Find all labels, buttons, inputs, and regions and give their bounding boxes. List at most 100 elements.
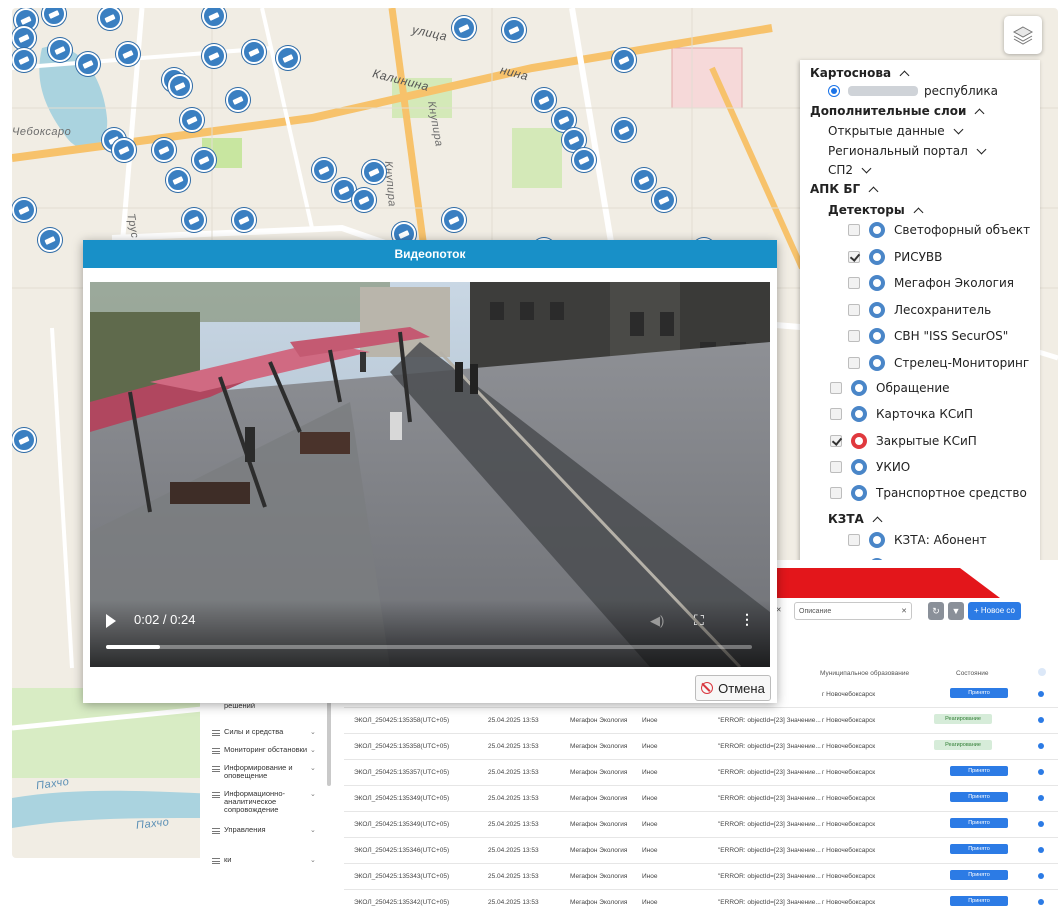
- regional-portal-group[interactable]: Региональный портал: [828, 144, 987, 158]
- side-menu-item[interactable]: Информационно-аналитическое сопровождени…: [208, 790, 326, 814]
- camera-marker-icon[interactable]: [168, 74, 192, 98]
- camera-marker-icon[interactable]: [202, 44, 226, 68]
- side-menu-item[interactable]: Управления ⌄: [208, 826, 326, 834]
- row-action-icon[interactable]: [1038, 743, 1044, 749]
- row-action-icon[interactable]: [1038, 821, 1044, 827]
- camera-marker-icon[interactable]: [652, 188, 676, 212]
- camera-marker-icon[interactable]: [48, 38, 72, 62]
- column-header-state[interactable]: Состояние: [956, 670, 988, 677]
- camera-marker-icon[interactable]: [232, 208, 256, 232]
- chevron-down-icon[interactable]: ⌄: [310, 728, 316, 736]
- checkbox-icon[interactable]: [848, 534, 860, 546]
- volume-icon[interactable]: ◀): [650, 613, 664, 629]
- chevron-up-icon[interactable]: [913, 207, 924, 217]
- camera-marker-icon[interactable]: [612, 48, 636, 72]
- chevron-down-icon[interactable]: [976, 144, 987, 155]
- layer-item[interactable]: Мегафон Экология: [848, 275, 1014, 291]
- kzta-section[interactable]: КЗТА: [828, 512, 883, 526]
- play-icon[interactable]: [106, 614, 116, 628]
- row-action-icon[interactable]: [1038, 873, 1044, 879]
- layer-item[interactable]: РИСУВВ: [848, 248, 942, 265]
- side-menu-item[interactable]: ки ⌄: [208, 856, 326, 864]
- camera-marker-icon[interactable]: [12, 198, 36, 222]
- layer-item[interactable]: Светофорный объект: [848, 222, 1030, 238]
- camera-marker-icon[interactable]: [352, 188, 376, 212]
- table-row[interactable]: ЭКОЛ_250425:135343(UTC+05) 25.04.2025 13:…: [344, 864, 1058, 890]
- camera-marker-icon[interactable]: [632, 168, 656, 192]
- layers-button[interactable]: [1004, 16, 1042, 54]
- checkbox-icon[interactable]: [830, 382, 842, 394]
- row-action-icon[interactable]: [1038, 847, 1044, 853]
- camera-marker-icon[interactable]: [362, 160, 386, 184]
- open-data-group[interactable]: Открытые данные: [828, 124, 964, 138]
- row-action-icon[interactable]: [1038, 899, 1044, 905]
- row-action-icon[interactable]: [1038, 691, 1044, 697]
- camera-marker-icon[interactable]: [12, 26, 36, 50]
- camera-marker-icon[interactable]: [226, 88, 250, 112]
- table-row[interactable]: ЭКОЛ_250425:135358(UTC+05) 25.04.2025 13:…: [344, 708, 1058, 734]
- checkbox-icon[interactable]: [830, 487, 842, 500]
- camera-marker-icon[interactable]: [180, 108, 204, 132]
- chevron-up-icon[interactable]: [868, 186, 879, 196]
- table-row[interactable]: ЭКОЛ_250425:135357(UTC+05) 25.04.2025 13:…: [344, 760, 1058, 786]
- description-filter[interactable]: Описание ✕: [794, 602, 912, 620]
- apk-section[interactable]: АПК БГ: [810, 182, 879, 196]
- chevron-down-icon[interactable]: ⌄: [310, 790, 316, 798]
- checkbox-icon[interactable]: [848, 356, 860, 369]
- row-action-icon[interactable]: [1038, 795, 1044, 801]
- new-record-button[interactable]: + Новое со: [968, 602, 1021, 620]
- video-progress-bar[interactable]: [106, 645, 752, 649]
- additional-layers-section[interactable]: Дополнительные слои: [810, 104, 985, 118]
- basemap-section[interactable]: Картоснова: [810, 66, 910, 80]
- table-row[interactable]: ЭКОЛ_250425:135349(UTC+05) 25.04.2025 13:…: [344, 812, 1058, 838]
- s112-group[interactable]: СП2: [828, 163, 872, 177]
- camera-marker-icon[interactable]: [12, 428, 36, 452]
- basemap-option[interactable]: республика: [828, 84, 998, 98]
- layer-item[interactable]: Лесохранитель: [848, 301, 991, 318]
- camera-marker-icon[interactable]: [182, 208, 206, 232]
- chevron-down-icon[interactable]: [953, 124, 964, 135]
- camera-marker-icon[interactable]: [502, 18, 526, 42]
- layer-item[interactable]: СВН "ISS SecurOS": [848, 328, 1008, 344]
- side-menu-item[interactable]: Мониторинг обстановки ⌄: [208, 746, 326, 754]
- layer-item[interactable]: УКИО: [830, 458, 910, 475]
- chevron-down-icon[interactable]: ⌄: [310, 826, 316, 834]
- detectors-section[interactable]: Детекторы: [828, 203, 924, 217]
- side-menu-item[interactable]: Информирование и оповещение ⌄: [208, 764, 326, 780]
- video-player[interactable]: 0:02 / 0:24 ◀) ⛶ ⋮: [90, 282, 770, 667]
- camera-marker-icon[interactable]: [112, 138, 136, 162]
- camera-marker-icon[interactable]: [312, 158, 336, 182]
- table-row[interactable]: ЭКОЛ_250425:135346(UTC+05) 25.04.2025 13:…: [344, 838, 1058, 864]
- row-action-icon[interactable]: [1038, 769, 1044, 775]
- layer-item[interactable]: Обращение: [830, 380, 950, 396]
- camera-marker-icon[interactable]: [276, 46, 300, 70]
- checkbox-icon[interactable]: [830, 408, 842, 421]
- fullscreen-icon[interactable]: ⛶: [694, 612, 704, 629]
- chevron-down-icon[interactable]: [861, 163, 872, 174]
- camera-marker-icon[interactable]: [242, 40, 266, 64]
- table-row[interactable]: ЭКОЛ_250425:135349(UTC+05) 25.04.2025 13:…: [344, 786, 1058, 812]
- cancel-button[interactable]: Отмена: [695, 675, 771, 701]
- layer-item[interactable]: Транспортное средство: [830, 485, 1027, 502]
- chevron-down-icon[interactable]: ⌄: [310, 764, 316, 772]
- checkbox-icon[interactable]: [848, 303, 860, 316]
- row-action-icon[interactable]: [1038, 717, 1044, 723]
- checkbox-icon[interactable]: [848, 224, 860, 236]
- camera-marker-icon[interactable]: [442, 208, 466, 232]
- chevron-up-icon[interactable]: [975, 108, 985, 118]
- camera-marker-icon[interactable]: [612, 118, 636, 142]
- refresh-button[interactable]: ↻: [928, 602, 944, 620]
- side-menu-item[interactable]: Силы и средства ⌄: [208, 728, 326, 736]
- chevron-down-icon[interactable]: ⌄: [310, 856, 316, 864]
- column-header-municipality[interactable]: Муниципальное образование: [820, 670, 909, 677]
- camera-marker-icon[interactable]: [38, 228, 62, 252]
- chevron-up-icon[interactable]: [899, 70, 910, 80]
- camera-marker-icon[interactable]: [152, 138, 176, 162]
- camera-marker-icon[interactable]: [452, 16, 476, 40]
- camera-marker-icon[interactable]: [192, 148, 216, 172]
- clear-icon[interactable]: ✕: [901, 607, 907, 615]
- checkbox-icon[interactable]: [848, 330, 860, 342]
- camera-marker-icon[interactable]: [532, 88, 556, 112]
- layer-item[interactable]: Закрытые КСиП: [830, 432, 977, 449]
- layer-item[interactable]: КЗТА: Абонент: [848, 532, 987, 548]
